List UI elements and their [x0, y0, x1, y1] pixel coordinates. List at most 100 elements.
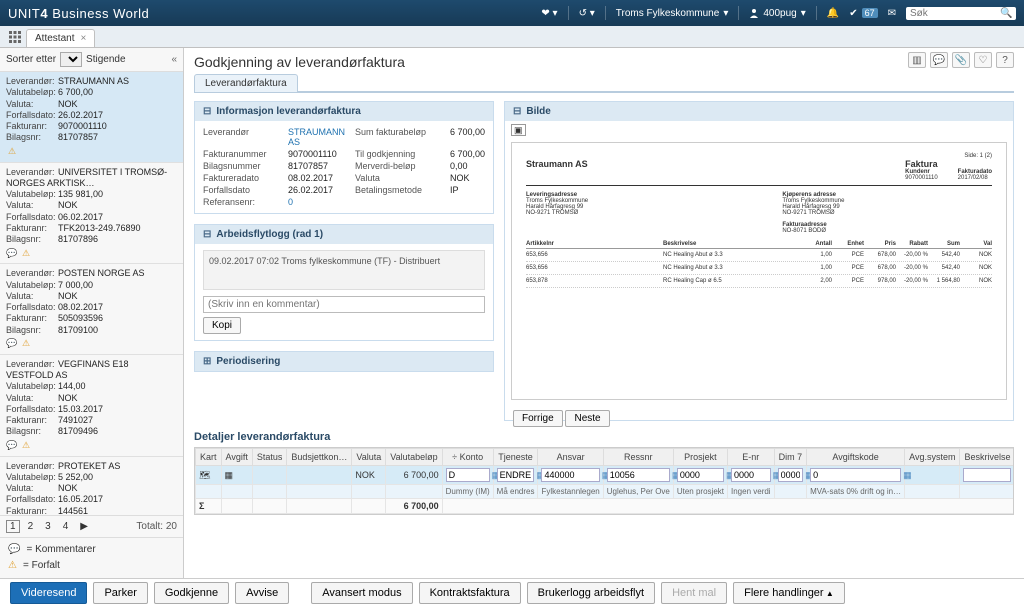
page-title: Godkjenning av leverandørfaktura	[194, 54, 1014, 70]
dim7-input[interactable]	[778, 468, 804, 482]
tasks-icon[interactable]: ✔ 67	[849, 8, 877, 19]
details-col-header[interactable]: Beskrivelse	[960, 449, 1014, 466]
sort-row: Sorter etter Stigende «	[0, 48, 183, 72]
invoice-list-item[interactable]: Leverandør:POSTEN NORGE ASValutabeløp:7 …	[0, 264, 183, 355]
sort-label: Sorter etter	[6, 54, 56, 65]
avansert-button[interactable]: Avansert modus	[311, 582, 412, 604]
collapse-icon[interactable]: ⊟	[203, 229, 211, 240]
warning-icon: ⚠	[8, 558, 17, 574]
alerts-icon[interactable]: 🔔	[827, 8, 839, 19]
kontrakt-button[interactable]: Kontraktsfaktura	[419, 582, 521, 604]
lookup-icon[interactable]: ▦	[903, 470, 912, 480]
brukerlogg-button[interactable]: Brukerlogg arbeidsflyt	[527, 582, 655, 604]
godkjenne-button[interactable]: Godkjenne	[154, 582, 229, 604]
action-bar: Videresend Parker Godkjenne Avvise Avans…	[0, 578, 1024, 606]
chat-icon[interactable]: 💬	[930, 52, 948, 68]
prosjekt-input[interactable]	[677, 468, 724, 482]
page-next[interactable]: ▶	[76, 520, 92, 533]
details-col-header[interactable]: Dim 7	[774, 449, 807, 466]
workflow-comment-input[interactable]	[203, 296, 485, 313]
tasks-badge: 67	[862, 8, 878, 18]
popout-icon[interactable]: ▣	[511, 124, 526, 136]
search-icon[interactable]: 🔍	[1000, 8, 1012, 19]
flere-handlinger-button[interactable]: Flere handlinger	[733, 582, 845, 604]
invoice-vendor: Straumann AS	[526, 159, 588, 181]
enr-input[interactable]	[731, 468, 771, 482]
workflow-panel: ⊟ Arbeidsflytlogg (rad 1) 09.02.2017 07:0…	[194, 224, 494, 341]
app-menu-button[interactable]	[4, 27, 26, 47]
avgift-input[interactable]	[810, 468, 901, 482]
collapse-panel-icon[interactable]: «	[171, 54, 177, 65]
ansvar-input[interactable]	[541, 468, 599, 482]
details-col-header[interactable]: Avgiftskode	[807, 449, 905, 466]
details-col-header[interactable]: Ansvar	[538, 449, 603, 466]
page-4[interactable]: 4	[59, 520, 73, 533]
details-col-header[interactable]: Valuta	[352, 449, 386, 466]
collapse-icon[interactable]: ⊟	[203, 106, 211, 117]
konto-input[interactable]	[446, 468, 490, 482]
favorite-icon[interactable]: ♡	[974, 52, 992, 68]
ressnr-input[interactable]	[607, 468, 670, 482]
details-col-header[interactable]: Prosjekt	[673, 449, 727, 466]
org-selector[interactable]: Troms Fylkeskommune ▾	[616, 8, 729, 19]
warning-icon: ⚠	[20, 338, 32, 350]
details-col-header[interactable]: Tjeneste	[493, 449, 538, 466]
details-col-header[interactable]: Avg.system	[905, 449, 960, 466]
image-prev-button[interactable]: Forrige	[513, 410, 563, 427]
table-sum-row: Σ 6 700,00	[196, 499, 1015, 514]
help-icon[interactable]: ?	[996, 52, 1014, 68]
image-next-button[interactable]: Neste	[565, 410, 609, 427]
attachment-icon[interactable]: 📎	[952, 52, 970, 68]
table-row[interactable]: 🗺 ▦ NOK 6 700,00 ▦ ▦ ▦ ▦ ▦ ▦ ▦ ▦	[196, 466, 1015, 485]
columns-icon[interactable]: ▥	[908, 52, 926, 68]
parker-button[interactable]: Parker	[93, 582, 147, 604]
brand: UNIT4 Business World	[8, 6, 149, 21]
warning-icon: ⚠	[6, 146, 18, 158]
tab-label: Attestant	[35, 33, 74, 44]
details-col-header[interactable]: Valutabeløp	[386, 449, 442, 466]
page-3[interactable]: 3	[41, 520, 55, 533]
details-col-header[interactable]: E-nr	[728, 449, 775, 466]
map-icon[interactable]: 🗺	[199, 470, 210, 480]
page-1[interactable]: 1	[6, 520, 20, 533]
invoice-list-item[interactable]: Leverandør:STRAUMANN ASValutabeløp:6 700…	[0, 72, 183, 163]
subtab-leverandorfaktura[interactable]: Leverandørfaktura	[194, 74, 298, 92]
info-panel: ⊟Informasjon leverandørfaktura Leverandø…	[194, 101, 494, 214]
expand-icon[interactable]: ⊞	[203, 356, 211, 367]
tax-icon[interactable]: ▦	[225, 470, 234, 480]
workflow-title: Arbeidsflytlogg (rad 1)	[216, 229, 323, 240]
details-col-header[interactable]: Ressnr	[603, 449, 673, 466]
details-col-header[interactable]: Avgift	[221, 449, 252, 466]
page-2[interactable]: 2	[24, 520, 38, 533]
user-menu[interactable]: 400pug ▾	[749, 8, 805, 19]
tab-attestant[interactable]: Attestant ×	[26, 29, 95, 47]
beskrivelse-input[interactable]	[963, 468, 1011, 482]
tjeneste-input[interactable]	[497, 468, 535, 482]
mail-icon[interactable]: ✉	[888, 8, 896, 19]
videresend-button[interactable]: Videresend	[10, 582, 87, 604]
pager: 1 2 3 4 ▶ Totalt: 20	[0, 515, 183, 537]
sort-select[interactable]	[60, 52, 82, 67]
pager-total: Totalt: 20	[136, 521, 177, 532]
comment-icon: 💬	[6, 247, 18, 259]
details-col-header[interactable]: Status	[252, 449, 287, 466]
info-title: Informasjon leverandørfaktura	[216, 106, 360, 117]
invoice-list-item[interactable]: Leverandør:VEGFINANS E18 VESTFOLD ASValu…	[0, 355, 183, 457]
collapse-icon[interactable]: ⊟	[513, 106, 521, 117]
invoice-list-item[interactable]: Leverandør:PROTEKET ASValutabeløp:5 252,…	[0, 457, 183, 516]
table-row-desc: Dummy (IM)Må endresFylkestannlegenUglehu…	[196, 485, 1015, 499]
workflow-log-entry: 09.02.2017 07:02 Troms fylkeskommune (TF…	[203, 250, 485, 290]
user-name: 400pug	[763, 8, 796, 19]
invoice-list-item[interactable]: Leverandør:UNIVERSITET I TROMSØ-NORGES A…	[0, 163, 183, 265]
history-menu[interactable]: ↺ ▾	[579, 8, 595, 19]
details-col-header[interactable]: Kart	[196, 449, 222, 466]
tab-close-icon[interactable]: ×	[80, 33, 86, 44]
avvise-button[interactable]: Avvise	[235, 582, 289, 604]
details-col-header[interactable]: Budsjettkon…	[287, 449, 352, 466]
copy-button[interactable]: Kopi	[203, 317, 241, 334]
favorites-menu[interactable]: ❤ ▾	[541, 8, 557, 19]
global-search[interactable]: 🔍	[906, 7, 1016, 20]
search-input[interactable]	[910, 8, 1000, 19]
details-col-header[interactable]: ÷ Konto	[442, 449, 493, 466]
sort-order[interactable]: Stigende	[86, 54, 125, 65]
